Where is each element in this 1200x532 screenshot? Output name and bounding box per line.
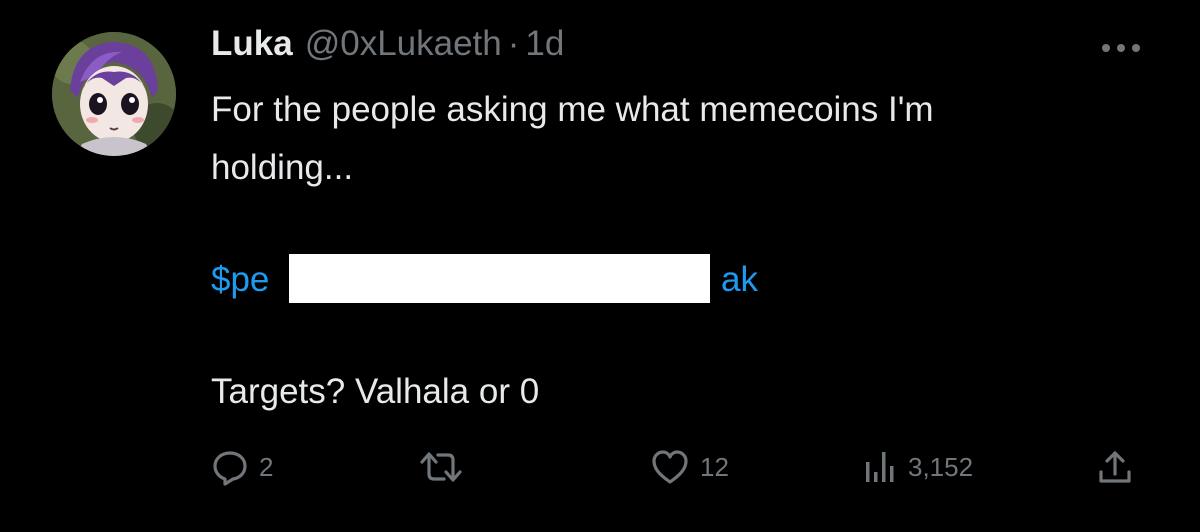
user-handle[interactable]: @0xLukaeth bbox=[305, 24, 502, 64]
more-options-button[interactable] bbox=[1098, 38, 1144, 58]
timestamp[interactable]: 1d bbox=[525, 24, 564, 64]
tweet-header: Luka @0xLukaeth · 1d bbox=[211, 24, 564, 70]
like-button[interactable]: 12 bbox=[650, 444, 729, 490]
cashtag-link-start[interactable]: $pe bbox=[211, 256, 269, 304]
cashtag-link-end[interactable]: ak bbox=[721, 256, 758, 304]
tweet-card[interactable]: Luka @0xLukaeth · 1d For the people aski… bbox=[0, 0, 1200, 532]
redaction-box bbox=[289, 254, 710, 303]
avatar-image bbox=[52, 32, 176, 156]
share-icon bbox=[1099, 451, 1131, 483]
like-icon bbox=[652, 450, 688, 484]
reply-count: 2 bbox=[259, 451, 274, 482]
tweet-text-line: For the people asking me what memecoins … bbox=[211, 90, 934, 129]
repost-icon bbox=[420, 452, 462, 482]
reply-button[interactable]: 2 bbox=[211, 444, 273, 490]
separator-dot: · bbox=[507, 24, 520, 63]
share-button[interactable] bbox=[1096, 444, 1134, 490]
views-count: 3,152 bbox=[908, 451, 974, 482]
more-icon bbox=[1102, 44, 1140, 52]
avatar[interactable] bbox=[52, 32, 176, 156]
reply-icon bbox=[213, 451, 247, 486]
views-button[interactable]: 3,152 bbox=[862, 444, 973, 490]
tweet-text-line: Targets? Valhala or 0 bbox=[211, 372, 540, 411]
repost-button[interactable] bbox=[418, 444, 474, 490]
display-name[interactable]: Luka bbox=[211, 24, 293, 64]
like-count: 12 bbox=[700, 451, 729, 482]
tweet-text-line: holding... bbox=[211, 148, 354, 187]
views-icon bbox=[866, 452, 894, 482]
